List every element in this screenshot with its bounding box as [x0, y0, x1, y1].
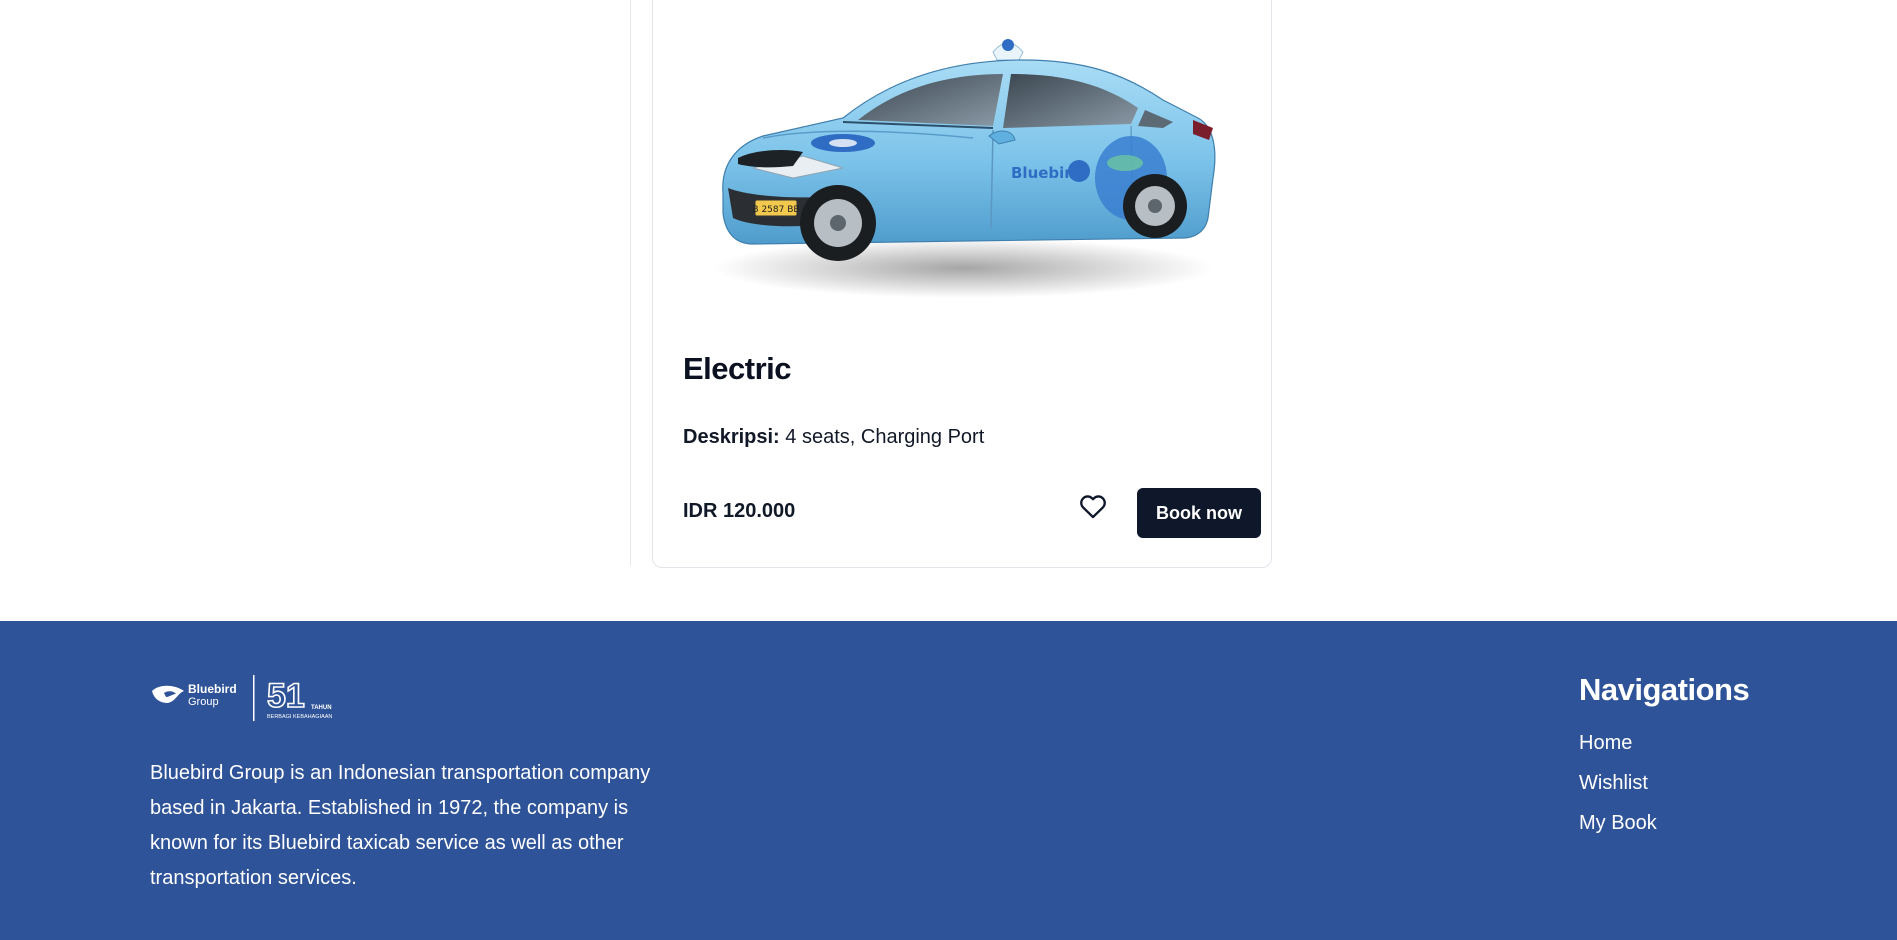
footer-nav-item: Wishlist — [1579, 771, 1657, 811]
vehicle-card: B 2587 BB Bluebird Electric Deskripsi: 4… — [652, 0, 1272, 568]
bluebird-logo: Bluebird Group 51 TAHUN BERBAGI KEBAHAGI… — [152, 675, 332, 721]
car-plate: B 2587 BB — [752, 205, 799, 215]
logo-tagline: BERBAGI KEBAHAGIAAN — [267, 714, 332, 720]
logo-years-word: TAHUN — [311, 705, 332, 711]
footer-nav-item: Home — [1579, 731, 1657, 771]
footer-nav: Home Wishlist My Book — [1579, 731, 1657, 851]
nav-link-home[interactable]: Home — [1579, 732, 1632, 754]
vehicle-title: Electric — [683, 351, 792, 386]
description-label: Deskripsi: — [683, 426, 780, 448]
book-now-button[interactable]: Book now — [1137, 488, 1261, 538]
wishlist-button[interactable] — [1075, 488, 1111, 524]
nav-link-my-book[interactable]: My Book — [1579, 812, 1657, 834]
footer: Bluebird Group 51 TAHUN BERBAGI KEBAHAGI… — [0, 621, 1897, 940]
description-value: 4 seats, Charging Port — [785, 426, 985, 448]
page: B 2587 BB Bluebird Electric Deskripsi: 4… — [0, 0, 1897, 940]
nav-link-wishlist[interactable]: Wishlist — [1579, 772, 1648, 794]
logo-brand: Bluebird — [188, 682, 237, 696]
footer-nav-item: My Book — [1579, 811, 1657, 851]
heart-icon — [1080, 495, 1106, 519]
logo-group: Group — [188, 696, 219, 708]
car-image: B 2587 BB Bluebird — [713, 39, 1216, 298]
footer-nav-heading: Navigations — [1579, 672, 1750, 707]
vehicle-price: IDR 120.000 — [683, 500, 796, 522]
column-divider — [630, 0, 631, 566]
company-description: Bluebird Group is an Indonesian transpor… — [150, 762, 651, 889]
logo-years: 51 — [267, 677, 305, 715]
vehicle-description: Deskripsi: 4 seats, Charging Port — [683, 426, 984, 449]
